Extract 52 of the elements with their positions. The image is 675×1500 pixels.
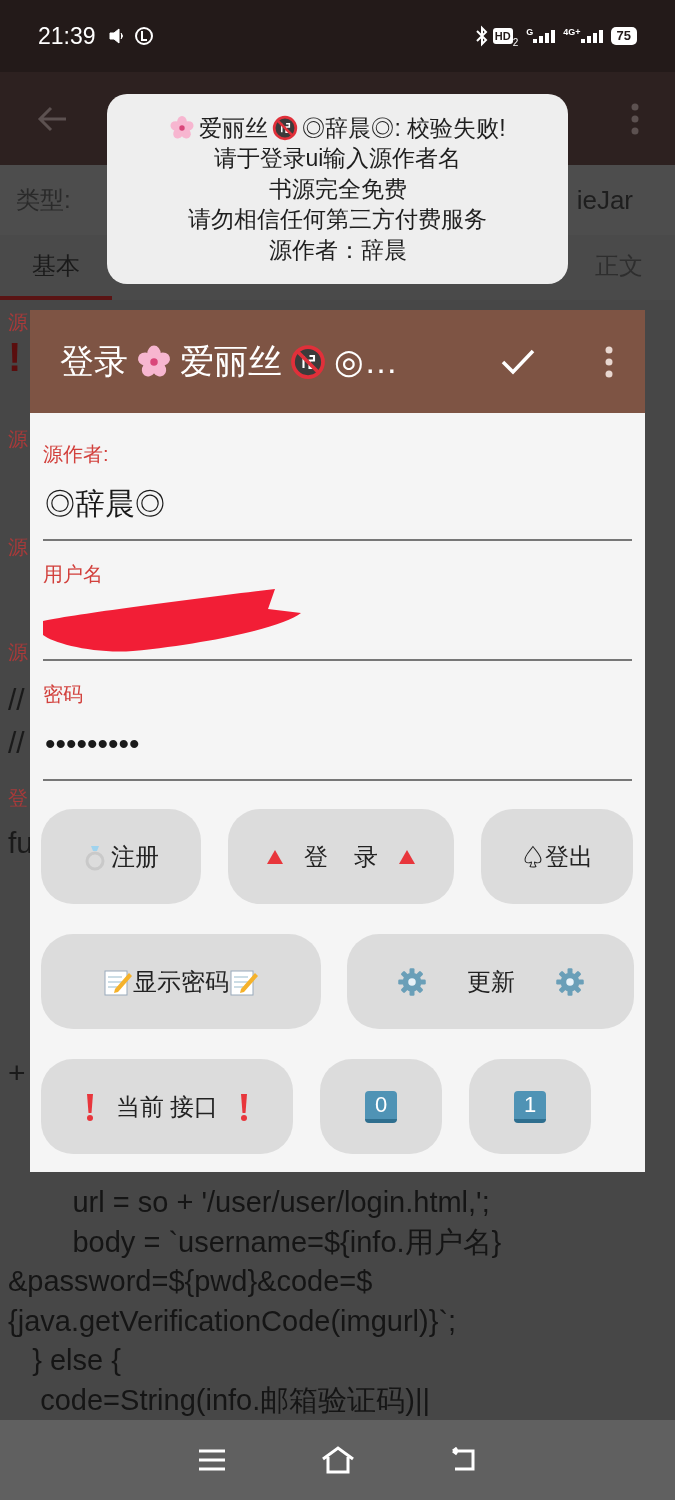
triangle-icon: [265, 848, 284, 865]
current-endpoint-button[interactable]: 当前 接口: [41, 1059, 293, 1154]
field-value: //: [8, 685, 25, 715]
more-options-icon[interactable]: [605, 345, 613, 378]
toast-text: 书源完全免费: [268, 174, 407, 204]
login-button[interactable]: 登 录: [228, 809, 454, 904]
network-type-text: G: [526, 26, 534, 39]
field-label: 源: [8, 640, 28, 665]
age-restriction-icon: [290, 343, 326, 380]
toast-text: 请勿相信任何第三方付费服务: [188, 205, 487, 235]
register-button[interactable]: 注册: [41, 809, 201, 904]
input-field[interactable]: ◎辞晨◎: [43, 467, 632, 541]
show-password-button[interactable]: 显示密码: [41, 934, 321, 1029]
field-label: 源: [8, 535, 28, 560]
field-label: 登: [8, 786, 28, 811]
update-button[interactable]: 更新: [347, 934, 634, 1029]
title-text: 登录: [60, 341, 128, 382]
input-field[interactable]: •••••••••: [43, 707, 632, 781]
toast-text: 源作者：辞晨: [268, 235, 407, 265]
title-text: ◎辞晨◎: 校验失败!: [302, 113, 506, 143]
circle-icon: [133, 26, 154, 46]
battery-indicator: 75: [610, 27, 637, 45]
hd-subscript: 2: [512, 36, 519, 50]
clock-text: 21:39: [38, 21, 96, 51]
flower-icon: [169, 115, 196, 141]
field-value: +: [8, 1058, 26, 1088]
bluetooth-icon: [474, 25, 489, 47]
volume-icon: [107, 27, 126, 45]
hd-badge: HD: [492, 28, 513, 44]
title-text: ◎…: [334, 341, 398, 382]
gear-icon: [396, 966, 427, 997]
network-type-text: 4G+: [563, 26, 581, 39]
field-value: //: [8, 728, 25, 758]
field-value: !: [8, 337, 22, 377]
triangle-icon: [398, 848, 417, 865]
input-field[interactable]: [43, 587, 632, 661]
signal-icon: [533, 29, 556, 43]
signal-icon: [580, 29, 603, 43]
title-text: 爱丽丝: [199, 113, 269, 143]
toast-text: 请于登录ui输入源作者名: [213, 144, 462, 174]
field-label: 用户名: [43, 562, 104, 587]
title-text: 爱丽丝: [180, 341, 282, 382]
gear-icon: [554, 966, 585, 997]
age-restriction-icon: [272, 115, 299, 141]
field-label: 密码: [43, 682, 84, 707]
field-label: 源作者:: [43, 442, 110, 467]
field-label: 源: [8, 427, 28, 452]
home-icon[interactable]: [319, 1445, 356, 1475]
check-icon[interactable]: [501, 348, 535, 375]
menu-icon[interactable]: [196, 1448, 227, 1472]
logout-button[interactable]: ♤登出: [481, 809, 633, 904]
field-label: 源: [8, 310, 28, 335]
